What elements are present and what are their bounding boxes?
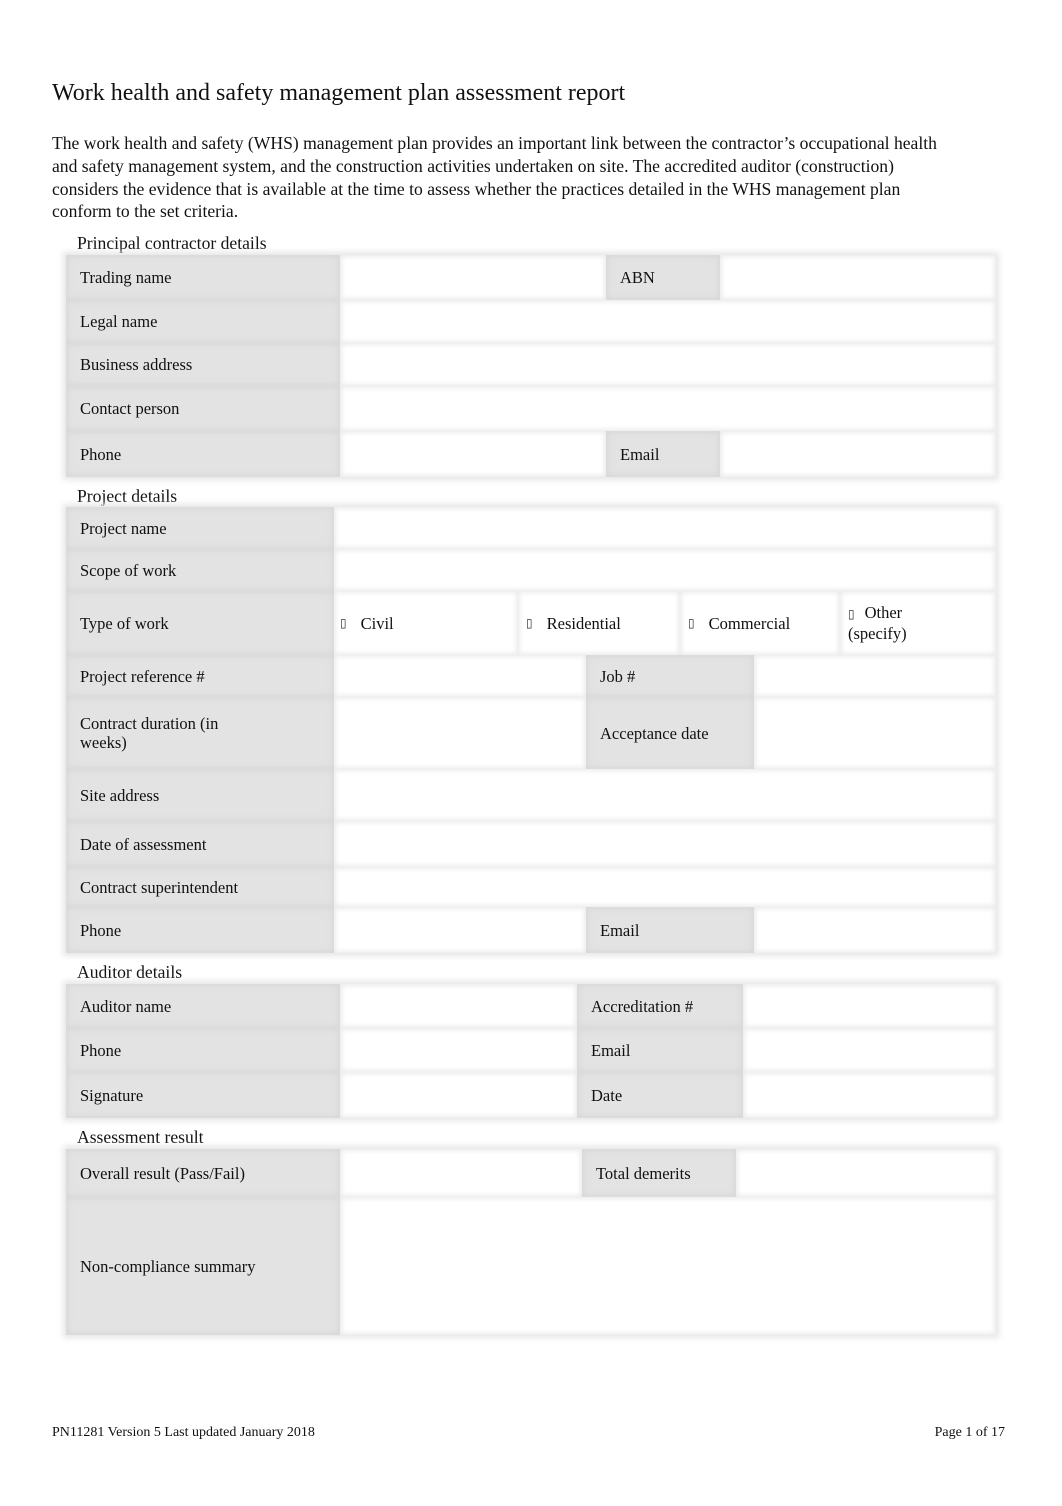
label-project-reference: Project reference # bbox=[66, 655, 334, 697]
label-trading-name: Trading name bbox=[66, 255, 340, 300]
label-contact-person: Contact person bbox=[66, 386, 340, 431]
checkbox-icon[interactable]: ▯ bbox=[688, 614, 695, 633]
checkbox-icon[interactable]: ▯ bbox=[526, 614, 533, 633]
type-option-civil[interactable]: ▯ Civil bbox=[334, 591, 518, 655]
principal-contractor-table: Trading name ABN Legal name Business add… bbox=[66, 255, 996, 477]
footer-document-info: PN11281 Version 5 Last updated January 2… bbox=[52, 1425, 315, 1440]
label-business-address: Business address bbox=[66, 343, 340, 386]
label-auditor-date: Date bbox=[577, 1072, 743, 1118]
auditor-email-field[interactable] bbox=[743, 1028, 996, 1072]
type-option-other[interactable]: ▯ Other (specify) bbox=[840, 591, 996, 655]
label-auditor-name: Auditor name bbox=[66, 984, 340, 1028]
label-contract-duration: Contract duration (in weeks) bbox=[66, 697, 334, 769]
accreditation-field[interactable] bbox=[743, 984, 996, 1028]
job-number-field[interactable] bbox=[754, 655, 996, 697]
contract-superintendent-field[interactable] bbox=[334, 867, 996, 907]
total-demerits-field[interactable] bbox=[736, 1149, 996, 1197]
label-acceptance-date: Acceptance date bbox=[586, 697, 754, 769]
label-accreditation: Accreditation # bbox=[577, 984, 743, 1028]
label-overall-result: Overall result (Pass/Fail) bbox=[66, 1149, 340, 1197]
site-address-field[interactable] bbox=[334, 769, 996, 821]
section-title-assessment: Assessment result bbox=[77, 1127, 204, 1147]
label-project-phone: Phone bbox=[66, 907, 334, 953]
auditor-date-field[interactable] bbox=[743, 1072, 996, 1118]
project-reference-field[interactable] bbox=[334, 655, 586, 697]
contract-duration-field[interactable] bbox=[334, 697, 586, 769]
business-address-field[interactable] bbox=[340, 343, 996, 386]
auditor-phone-field[interactable] bbox=[340, 1028, 577, 1072]
auditor-name-field[interactable] bbox=[340, 984, 577, 1028]
type-option-residential[interactable]: ▯ Residential bbox=[518, 591, 680, 655]
scope-of-work-field[interactable] bbox=[334, 549, 996, 591]
footer-page-number: Page 1 of 17 bbox=[934, 1425, 1005, 1440]
label-auditor-phone: Phone bbox=[66, 1028, 340, 1072]
non-compliance-summary-field[interactable] bbox=[340, 1197, 996, 1335]
checkbox-icon[interactable]: ▯ bbox=[848, 607, 855, 621]
section-title-principal-contractor: Principal contractor details bbox=[77, 233, 267, 253]
type-option-label: Residential bbox=[546, 613, 621, 633]
project-details-table: Project name Scope of work Type of work … bbox=[66, 507, 996, 953]
trading-name-field[interactable] bbox=[340, 255, 606, 300]
type-option-label: Civil bbox=[360, 613, 394, 633]
label-total-demerits: Total demerits bbox=[582, 1149, 736, 1197]
label-auditor-email: Email bbox=[577, 1028, 743, 1072]
type-option-label: Commercial bbox=[708, 613, 791, 633]
label-signature: Signature bbox=[66, 1072, 340, 1118]
type-option-label: Other (specify) bbox=[848, 603, 907, 643]
abn-field[interactable] bbox=[720, 255, 996, 300]
project-name-field[interactable] bbox=[334, 507, 996, 549]
label-legal-name: Legal name bbox=[66, 300, 340, 343]
label-non-compliance-summary: Non-compliance summary bbox=[66, 1197, 340, 1335]
section-title-auditor: Auditor details bbox=[77, 962, 183, 982]
email-field[interactable] bbox=[720, 431, 996, 477]
page-title: Work health and safety management plan a… bbox=[52, 80, 626, 106]
assessment-result-table: Overall result (Pass/Fail) Total demerit… bbox=[66, 1149, 996, 1335]
checkbox-icon[interactable]: ▯ bbox=[340, 614, 347, 633]
signature-field[interactable] bbox=[340, 1072, 577, 1118]
type-option-commercial[interactable]: ▯ Commercial bbox=[680, 591, 840, 655]
label-job-number: Job # bbox=[586, 655, 754, 697]
label-project-name: Project name bbox=[66, 507, 334, 549]
legal-name-field[interactable] bbox=[340, 300, 996, 343]
label-type-of-work: Type of work bbox=[66, 591, 334, 655]
auditor-details-table: Auditor name Accreditation # Phone Email… bbox=[66, 984, 996, 1118]
section-title-project: Project details bbox=[77, 486, 178, 506]
label-date-of-assessment: Date of assessment bbox=[66, 821, 334, 867]
phone-field[interactable] bbox=[340, 431, 606, 477]
label-phone: Phone bbox=[66, 431, 340, 477]
overall-result-field[interactable] bbox=[340, 1149, 582, 1197]
intro-paragraph: The work health and safety (WHS) managem… bbox=[52, 133, 937, 222]
project-phone-field[interactable] bbox=[334, 907, 586, 953]
acceptance-date-field[interactable] bbox=[754, 697, 996, 769]
label-email: Email bbox=[606, 431, 720, 477]
label-scope-of-work: Scope of work bbox=[66, 549, 334, 591]
label-project-email: Email bbox=[586, 907, 754, 953]
label-abn: ABN bbox=[606, 255, 720, 300]
date-of-assessment-field[interactable] bbox=[334, 821, 996, 867]
project-email-field[interactable] bbox=[754, 907, 996, 953]
contact-person-field[interactable] bbox=[340, 386, 996, 431]
label-site-address: Site address bbox=[66, 769, 334, 821]
label-contract-superintendent: Contract superintendent bbox=[66, 867, 334, 907]
